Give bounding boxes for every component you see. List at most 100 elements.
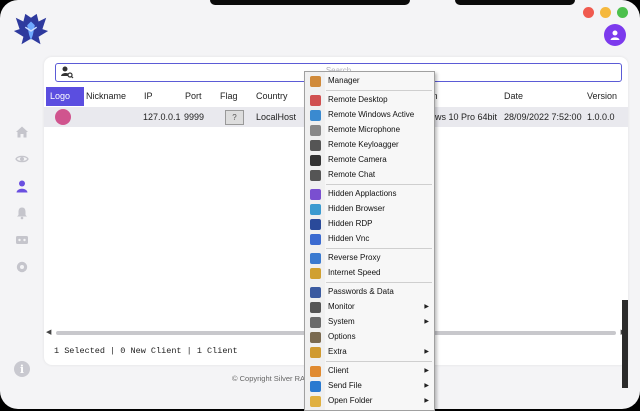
apps-icon (310, 189, 321, 200)
menu-item-client[interactable]: Client ▶ (305, 364, 434, 379)
cell-country: LocalHost (256, 112, 297, 122)
menu-item-system[interactable]: System ▶ (305, 315, 434, 330)
menu-item-options[interactable]: Options (305, 330, 434, 345)
menu-item-label: Hidden Vnc (328, 234, 370, 243)
menu-item-label: Passwords & Data (328, 287, 394, 296)
menu-item-passwords-data[interactable]: Passwords & Data (305, 285, 434, 300)
menu-item-label: Monitor (328, 302, 355, 311)
gamepad-icon (16, 236, 28, 244)
cell-port: 9999 (184, 112, 205, 122)
cell-version: 1.0.0.0 (587, 112, 615, 122)
menu-separator (326, 90, 432, 91)
menu-separator (326, 282, 432, 283)
maximize-window-button[interactable] (617, 7, 628, 18)
key-icon (310, 287, 321, 298)
menu-item-remote-keyloagger[interactable]: Remote Keyloagger (305, 138, 434, 153)
menu-item-monitor[interactable]: Monitor ▶ (305, 300, 434, 315)
menu-item-hidden-rdp[interactable]: Hidden RDP (305, 217, 434, 232)
menu-item-label: Remote Keyloagger (328, 140, 399, 149)
top-notch-right (455, 0, 575, 5)
scroll-left-icon[interactable]: ◀ (46, 328, 51, 336)
copyright-text: © Copyright Silver RAT (232, 374, 310, 383)
system-icon (310, 317, 321, 328)
minimize-window-button[interactable] (600, 7, 611, 18)
menu-item-label: Client (328, 366, 349, 375)
column-country[interactable]: Country (256, 91, 288, 101)
camera-icon (310, 155, 321, 166)
menu-item-extra[interactable]: Extra ▶ (305, 345, 434, 360)
sidebar-item-home[interactable] (10, 120, 34, 144)
menu-item-label: System (328, 317, 355, 326)
column-date[interactable]: Date (504, 91, 523, 101)
menu-item-remote-desktop[interactable]: Remote Desktop (305, 93, 434, 108)
submenu-arrow-icon: ▶ (424, 383, 429, 389)
info-icon[interactable]: i (14, 361, 30, 377)
menu-separator (326, 361, 432, 362)
sidebar (10, 120, 34, 282)
client-logo (55, 109, 71, 125)
menu-item-remote-chat[interactable]: Remote Chat (305, 168, 434, 183)
menu-item-label: Remote Camera (328, 155, 387, 164)
vnc-icon (310, 234, 321, 245)
monitor-icon (310, 95, 321, 106)
menu-item-label: Options (328, 332, 356, 341)
column-ip[interactable]: IP (144, 91, 153, 101)
gear-icon (16, 261, 28, 273)
bell-icon (17, 207, 27, 220)
browser-icon (310, 204, 321, 215)
chat-icon (310, 170, 321, 181)
menu-item-label: Remote Microphone (328, 125, 401, 134)
menu-item-label: Hidden Applactions (328, 189, 397, 198)
menu-item-remote-camera[interactable]: Remote Camera (305, 153, 434, 168)
column-version[interactable]: Version (587, 91, 617, 101)
extra-icon (310, 347, 321, 358)
submenu-arrow-icon: ▶ (424, 304, 429, 310)
user-avatar[interactable] (604, 24, 626, 46)
menu-item-open-folder[interactable]: Open Folder ▶ (305, 394, 434, 409)
menu-item-label: Reverse Proxy (328, 253, 381, 262)
user-icon (16, 180, 28, 193)
menu-item-label: Internet Speed (328, 268, 381, 277)
microphone-icon (310, 125, 321, 136)
menu-item-hidden-vnc[interactable]: Hidden Vnc (305, 232, 434, 247)
menu-item-label: Remote Desktop (328, 95, 388, 104)
menu-item-remote-microphone[interactable]: Remote Microphone (305, 123, 434, 138)
column-logo[interactable]: Logo (46, 87, 84, 106)
rdp-icon (310, 219, 321, 230)
submenu-arrow-icon: ▶ (424, 319, 429, 325)
sidebar-item-builder[interactable] (10, 228, 34, 252)
menu-item-send-file[interactable]: Send File ▶ (305, 379, 434, 394)
submenu-arrow-icon: ▶ (424, 368, 429, 374)
column-flag[interactable]: Flag (220, 91, 238, 101)
close-window-button[interactable] (583, 7, 594, 18)
window-controls (583, 7, 628, 18)
sidebar-item-clients[interactable] (10, 174, 34, 198)
column-nickname[interactable]: Nickname (86, 91, 126, 101)
submenu-arrow-icon: ▶ (424, 349, 429, 355)
menu-item-label: Open Folder (328, 396, 373, 405)
menu-item-hidden-applactions[interactable]: Hidden Applactions (305, 187, 434, 202)
menu-item-remote-windows-active[interactable]: Remote Windows Active (305, 108, 434, 123)
menu-item-internet-speed[interactable]: Internet Speed (305, 266, 434, 281)
sidebar-item-view[interactable] (10, 147, 34, 171)
home-icon (16, 126, 28, 138)
menu-item-label: Manager (328, 76, 360, 85)
folder-icon (310, 396, 321, 407)
sidebar-item-settings[interactable] (10, 255, 34, 279)
menu-item-label: Hidden Browser (328, 204, 385, 213)
submenu-arrow-icon: ▶ (424, 398, 429, 404)
column-port[interactable]: Port (185, 91, 202, 101)
menu-item-label: Remote Windows Active (328, 110, 415, 119)
keyboard-icon (310, 140, 321, 151)
right-edge-bar (622, 300, 628, 388)
menu-item-label: Hidden RDP (328, 219, 373, 228)
menu-item-manager[interactable]: Manager (305, 74, 434, 89)
speed-icon (310, 268, 321, 279)
info-icon (310, 381, 321, 392)
menu-separator (326, 248, 432, 249)
top-notch (210, 0, 410, 5)
menu-item-hidden-browser[interactable]: Hidden Browser (305, 202, 434, 217)
menu-item-reverse-proxy[interactable]: Reverse Proxy (305, 251, 434, 266)
eye-icon (15, 155, 29, 163)
sidebar-item-notifications[interactable] (10, 201, 34, 225)
